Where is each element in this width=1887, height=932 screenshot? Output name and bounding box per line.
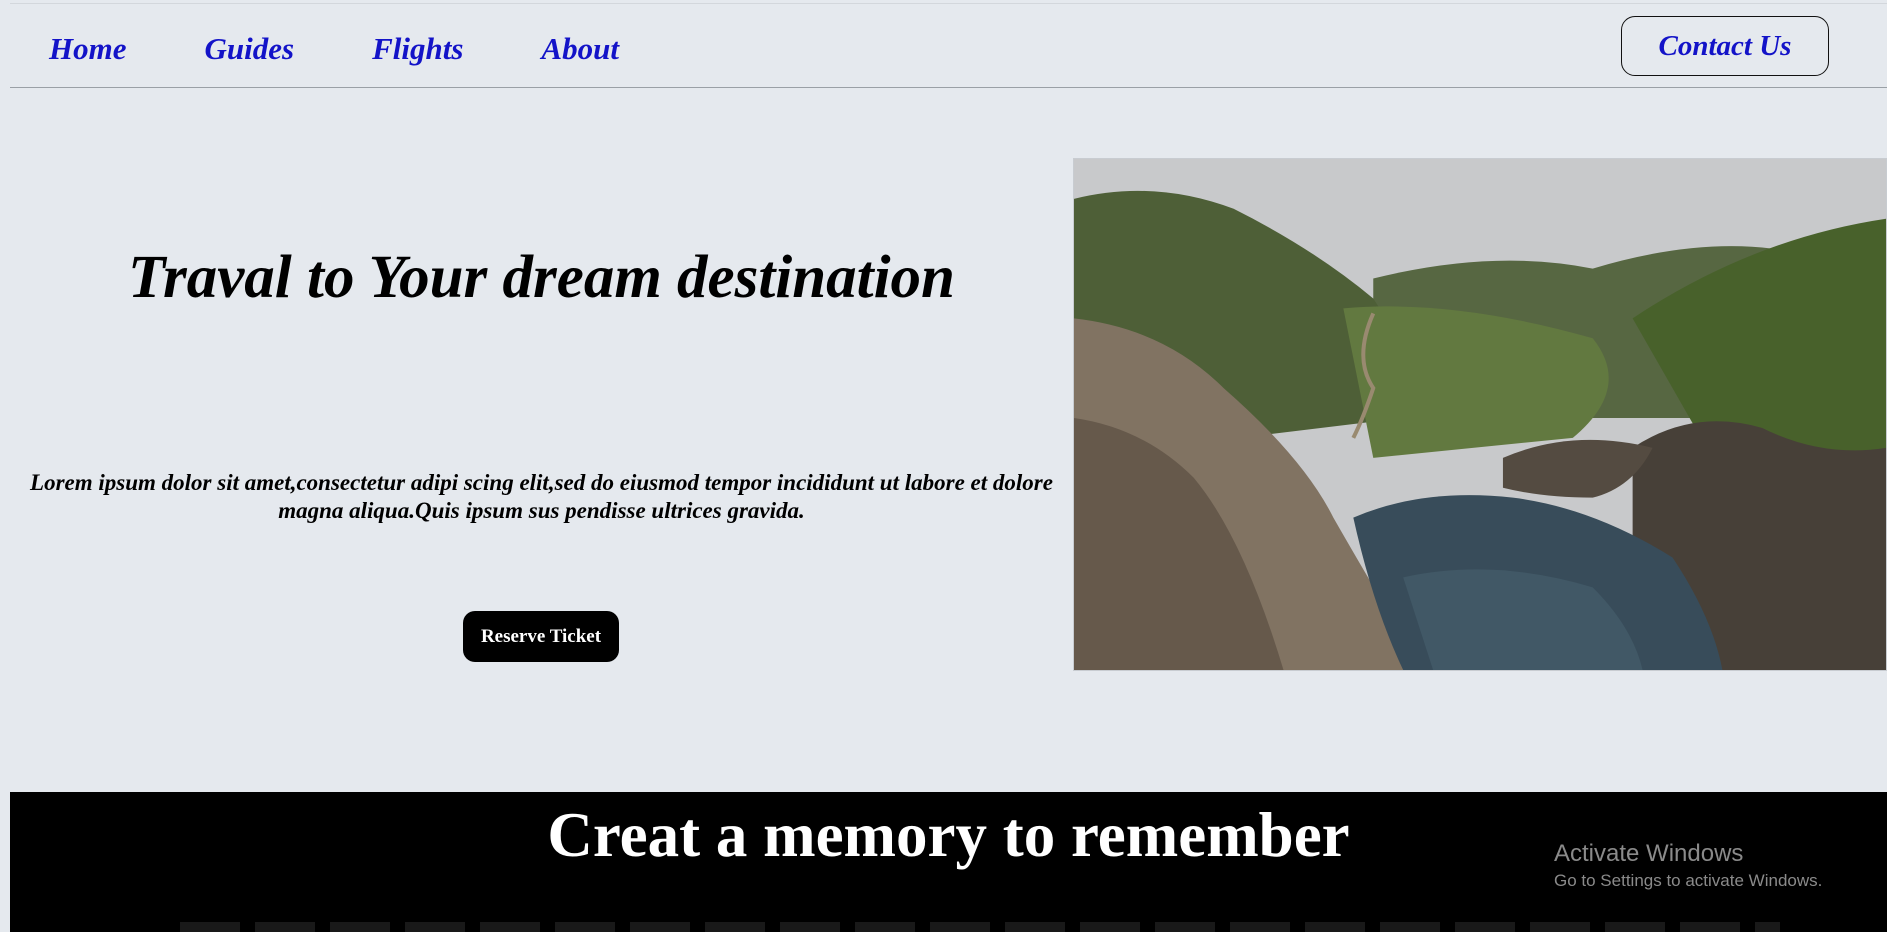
hero-landscape-image [1073,158,1887,671]
nav-link-guides[interactable]: Guides [205,29,295,69]
nav-link-home[interactable]: Home [49,29,127,69]
watermark-subtitle: Go to Settings to activate Windows. [1554,871,1823,890]
nav-link-flights[interactable]: Flights [372,29,463,69]
hero-description: Lorem ipsum dolor sit amet,consectetur a… [30,470,1053,523]
hero-title: Traval to Your dream destination [128,244,955,311]
page: Home Guides Flights About Contact Us Tra… [0,0,1887,932]
contact-us-button[interactable]: Contact Us [1621,16,1829,76]
landscape-illustration [1074,159,1886,670]
memory-text-cropped [180,922,1780,932]
activate-windows-watermark: Activate Windows Go to Settings to activ… [1554,839,1822,893]
nav-link-about[interactable]: About [541,29,619,69]
reserve-ticket-button[interactable]: Reserve Ticket [463,611,619,662]
watermark-title: Activate Windows [1554,840,1744,867]
top-nav-bar: Home Guides Flights About Contact Us [10,3,1887,88]
main-nav: Home Guides Flights About [49,29,697,69]
